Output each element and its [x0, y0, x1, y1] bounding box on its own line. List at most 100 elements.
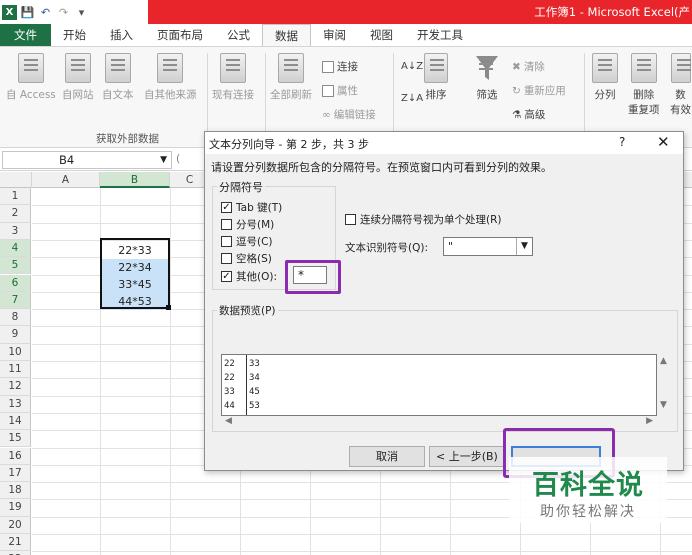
connections-icon	[322, 60, 334, 73]
tab-view[interactable]: 视图	[358, 24, 405, 46]
row-header[interactable]: 12	[0, 378, 31, 396]
row-header[interactable]: 13	[0, 395, 31, 413]
row-header[interactable]: 3	[0, 222, 31, 240]
from-other-sources-button[interactable]: 自其他来源	[144, 53, 197, 102]
customize-dropdown-icon[interactable]: ▾	[74, 5, 89, 20]
row-header[interactable]: 22	[0, 551, 31, 555]
fill-handle[interactable]	[166, 305, 171, 310]
tab-page-layout[interactable]: 页面布局	[145, 24, 215, 46]
tab-review[interactable]: 审阅	[311, 24, 358, 46]
tab-home[interactable]: 开始	[51, 24, 98, 46]
redo-icon[interactable]: ↷	[56, 5, 71, 20]
edit-links-button[interactable]: ∞ 编辑链接	[322, 107, 376, 122]
selection-border	[100, 238, 170, 309]
text-to-columns-button[interactable]: 分列	[592, 53, 618, 102]
checkbox-space[interactable]: 空格(S)	[221, 251, 272, 266]
row-header[interactable]: 18	[0, 482, 31, 500]
chevron-down-icon[interactable]: ▼	[516, 238, 532, 255]
chevron-left-icon[interactable]: ◀	[225, 416, 232, 426]
excel-logo-icon: X	[2, 4, 17, 20]
text-qualifier-select[interactable]: " ▼	[443, 237, 533, 256]
column-header-a[interactable]: A	[32, 172, 100, 188]
data-validation-button[interactable]: 数 有效	[670, 53, 691, 117]
sort-button[interactable]: 排序	[424, 53, 448, 102]
grid-row-line	[32, 551, 692, 553]
properties-button[interactable]: 属性	[322, 83, 358, 98]
help-icon[interactable]: ?	[619, 135, 625, 149]
save-icon[interactable]: 💾	[20, 5, 35, 20]
row-header[interactable]: 21	[0, 534, 31, 552]
clear-filter-button[interactable]: ✖ 清除	[512, 59, 545, 74]
back-button[interactable]: < 上一步(B)	[429, 446, 505, 467]
checkbox-consecutive[interactable]: 连续分隔符号视为单个处理(R)	[345, 212, 502, 227]
checkbox-tab-box[interactable]: ✓	[221, 202, 232, 213]
checkbox-other[interactable]: ✓ 其他(O):	[221, 269, 277, 284]
data-preview[interactable]: 22 33 22 34 33 45 44 53	[221, 354, 657, 416]
from-access-button[interactable]: 自 Access	[6, 53, 56, 102]
row-header[interactable]: 17	[0, 464, 31, 483]
preview-vertical-scrollbar[interactable]: ▲ ▼	[657, 354, 674, 416]
row-header[interactable]: 19	[0, 499, 31, 517]
remove-duplicates-button[interactable]: 删除 重复项	[628, 53, 660, 117]
existing-connections-icon	[220, 53, 246, 83]
row-header[interactable]: 14	[0, 412, 31, 431]
undo-icon[interactable]: ↶	[38, 5, 53, 20]
checkbox-space-box[interactable]	[221, 253, 232, 264]
tab-formulas[interactable]: 公式	[215, 24, 262, 46]
checkbox-semicolon-box[interactable]	[221, 219, 232, 230]
chevron-down-icon[interactable]: ▼	[660, 400, 667, 410]
checkbox-consecutive-box[interactable]	[345, 214, 356, 225]
from-text-button[interactable]: 自文本	[102, 53, 134, 102]
row-header[interactable]: 8	[0, 309, 31, 327]
cancel-button[interactable]: 取消	[349, 446, 425, 467]
row-header[interactable]: 9	[0, 326, 31, 344]
row-header[interactable]: 15	[0, 430, 31, 448]
window-title: 工作簿1 - Microsoft Excel(产	[534, 5, 690, 19]
checkbox-tab[interactable]: ✓ Tab 键(T)	[221, 200, 282, 215]
name-box[interactable]: B4 ▼	[2, 151, 172, 169]
row-header[interactable]: 10	[0, 343, 31, 361]
row-header[interactable]: 16	[0, 447, 31, 465]
advanced-filter-icon: ⚗	[512, 108, 522, 121]
close-icon[interactable]: ✕	[657, 133, 670, 151]
row-header[interactable]: 20	[0, 516, 31, 534]
refresh-all-button[interactable]: 全部刷新	[270, 53, 312, 102]
preview-row: 22 33	[224, 359, 260, 369]
remove-duplicates-icon	[630, 53, 657, 83]
row-header[interactable]: 4	[0, 239, 31, 258]
row-header[interactable]: 5	[0, 257, 31, 275]
connections-button[interactable]: 连接	[322, 59, 358, 74]
row-header[interactable]: 7	[0, 291, 31, 310]
from-web-button[interactable]: 自网站	[62, 53, 94, 102]
tab-insert[interactable]: 插入	[98, 24, 145, 46]
sort-descending-button[interactable]: Z↓A	[401, 93, 423, 104]
sort-ascending-icon: A↓Z	[401, 61, 424, 72]
tab-developer[interactable]: 开发工具	[405, 24, 475, 46]
checkbox-other-box[interactable]: ✓	[221, 271, 232, 282]
sort-dialog-icon	[424, 53, 448, 83]
sort-ascending-button[interactable]: A↓Z	[401, 61, 423, 72]
checkbox-comma[interactable]: 逗号(C)	[221, 234, 273, 249]
advanced-filter-button[interactable]: ⚗ 高级	[512, 107, 545, 122]
chevron-up-icon[interactable]: ▲	[660, 356, 667, 366]
text-file-icon	[104, 53, 131, 83]
other-sources-icon	[157, 53, 184, 83]
existing-connections-button[interactable]: 现有连接	[212, 53, 254, 102]
select-all-corner[interactable]	[0, 172, 32, 188]
filter-funnel-icon	[474, 53, 500, 83]
formula-cancel-icon[interactable]: (	[176, 152, 180, 165]
row-header[interactable]: 2	[0, 205, 31, 223]
filter-button[interactable]: 筛选	[474, 53, 500, 102]
chevron-down-icon[interactable]: ▼	[160, 152, 167, 168]
dialog-title-bar[interactable]: 文本分列向导 - 第 2 步，共 3 步 ? ✕	[205, 132, 683, 154]
reapply-filter-button[interactable]: ↻ 重新应用	[512, 83, 566, 98]
row-header[interactable]: 6	[0, 274, 31, 292]
tab-file[interactable]: 文件	[0, 24, 51, 46]
checkbox-comma-box[interactable]	[221, 236, 232, 247]
checkbox-semicolon[interactable]: 分号(M)	[221, 217, 274, 232]
tab-data[interactable]: 数据	[262, 24, 311, 46]
chevron-right-icon[interactable]: ▶	[646, 416, 653, 426]
row-header[interactable]: 1	[0, 188, 31, 206]
row-header[interactable]: 11	[0, 361, 31, 379]
column-header-b[interactable]: B	[100, 172, 170, 188]
